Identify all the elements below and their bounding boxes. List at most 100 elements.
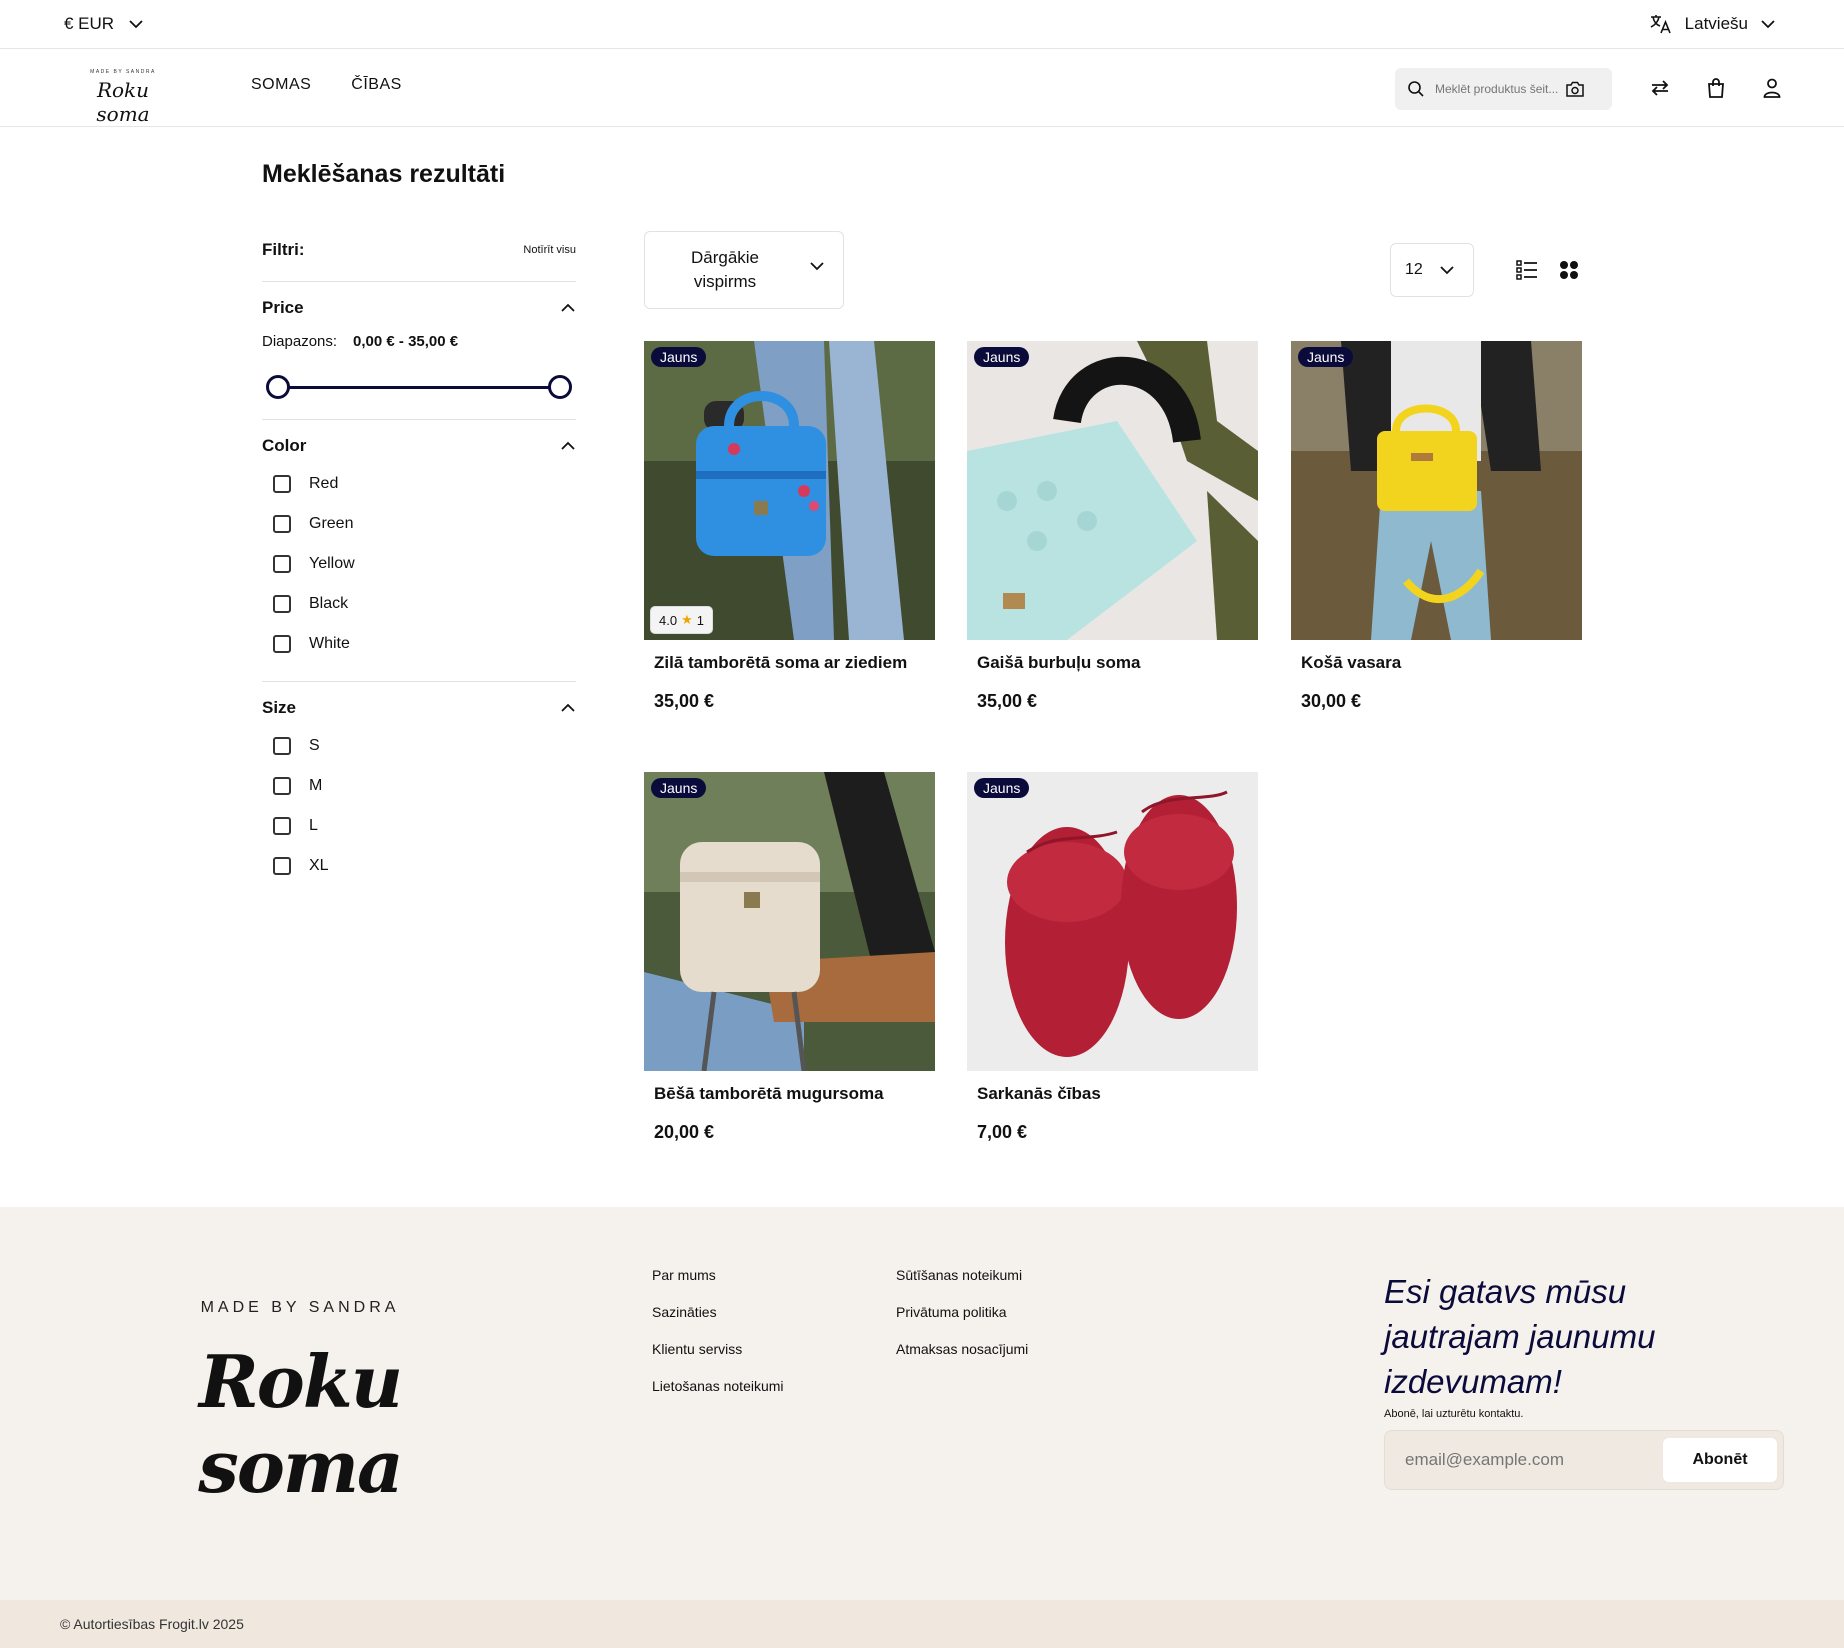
newsletter-form: Abonēt	[1384, 1430, 1784, 1490]
size-option-m[interactable]: M	[262, 766, 576, 806]
product-card[interactable]: Jauns 4.0 ★ 1 Zilā tamborētā soma ar zie…	[644, 341, 935, 712]
checkbox[interactable]	[273, 857, 291, 875]
price-range: Diapazons: 0,00 € - 35,00 €	[262, 333, 576, 350]
option-label: XL	[309, 857, 329, 874]
camera-icon[interactable]	[1565, 80, 1585, 98]
footer-logo[interactable]: MADE BY SANDRA Roku soma	[130, 1299, 470, 1509]
currency-selector[interactable]: € EUR	[64, 12, 144, 36]
option-label: Black	[309, 595, 349, 612]
filters-label: Filtri:	[262, 240, 305, 259]
grid-view-icon[interactable]	[1557, 258, 1581, 282]
sort-value: Dārgākie vispirms	[690, 248, 760, 291]
product-name[interactable]: Gaišā burbuļu soma	[977, 653, 1258, 673]
product-image[interactable]: Jauns	[1291, 341, 1582, 640]
product-card[interactable]: Jauns Sarkanās čības 7,00 €	[967, 772, 1258, 1143]
cart-icon[interactable]	[1704, 76, 1728, 100]
account-icon[interactable]	[1760, 76, 1784, 100]
clear-all-button[interactable]: Notīrīt visu	[523, 244, 576, 256]
checkbox[interactable]	[273, 737, 291, 755]
per-page-select[interactable]: 12	[1390, 243, 1474, 297]
product-image[interactable]: Jauns	[644, 772, 935, 1071]
list-view-icon[interactable]	[1515, 258, 1539, 282]
page-title: Meklēšanas rezultāti	[262, 160, 506, 188]
price-filter-toggle[interactable]: Price	[262, 296, 576, 320]
copyright-bar: © Autortiesības Frogit.lv 2025	[0, 1600, 1844, 1648]
size-option-l[interactable]: L	[262, 806, 576, 846]
size-filter-toggle[interactable]: Size	[262, 696, 576, 720]
checkbox[interactable]	[273, 777, 291, 795]
footer-link-privacy[interactable]: Privātuma politika	[896, 1304, 1028, 1320]
color-option-red[interactable]: Red	[262, 464, 576, 504]
footer-link-shipping[interactable]: Sūtīšanas noteikumi	[896, 1267, 1028, 1283]
product-image[interactable]: Jauns	[967, 341, 1258, 640]
checkbox[interactable]	[273, 475, 291, 493]
product-card[interactable]: Jauns Košā vasara 30,00 €	[1291, 341, 1582, 712]
nav-item-somas[interactable]: SOMAS	[251, 76, 311, 94]
color-filter: Color Red Green Yellow Black White	[262, 419, 576, 664]
size-filter: Size S M L XL	[262, 681, 576, 886]
footer-link-terms[interactable]: Lietošanas noteikumi	[652, 1378, 784, 1394]
product-image[interactable]: Jauns 4.0 ★ 1	[644, 341, 935, 640]
size-options: S M L XL	[262, 726, 576, 886]
color-option-white[interactable]: White	[262, 624, 576, 664]
option-label: L	[309, 817, 318, 834]
nav-item-cibas[interactable]: ČĪBAS	[351, 76, 402, 94]
size-option-xl[interactable]: XL	[262, 846, 576, 886]
logo-script-text: Roku soma	[96, 78, 150, 126]
footer-links-col1: Par mums Sazināties Klientu serviss Liet…	[652, 1267, 784, 1394]
new-badge: Jauns	[974, 347, 1030, 367]
size-option-s[interactable]: S	[262, 726, 576, 766]
chevron-up-icon	[561, 303, 575, 312]
color-options: Red Green Yellow Black White	[262, 464, 576, 664]
filters-panel: Filtri: Notīrīt visu Price Diapazons: 0,…	[262, 236, 576, 886]
color-filter-label: Color	[262, 436, 307, 455]
price-slider-min-handle[interactable]	[266, 375, 290, 399]
copyright-text: © Autortiesības Frogit.lv 2025	[60, 1616, 244, 1632]
new-badge: Jauns	[651, 347, 707, 367]
footer-link-about[interactable]: Par mums	[652, 1267, 784, 1283]
product-card[interactable]: Jauns Bēšā tamborētā mugursoma 20,00 €	[644, 772, 935, 1143]
product-name[interactable]: Zilā tamborētā soma ar ziediem	[654, 653, 935, 673]
new-badge: Jauns	[974, 778, 1030, 798]
sort-select[interactable]: Dārgākie vispirms	[644, 231, 844, 309]
footer-link-customer-service[interactable]: Klientu serviss	[652, 1341, 784, 1357]
checkbox[interactable]	[273, 515, 291, 533]
site-logo[interactable]: MADE BY SANDRA Roku soma	[78, 65, 168, 126]
checkbox[interactable]	[273, 817, 291, 835]
checkbox[interactable]	[273, 555, 291, 573]
product-name[interactable]: Bēšā tamborētā mugursoma	[654, 1084, 935, 1104]
checkbox[interactable]	[273, 635, 291, 653]
price-slider-max-handle[interactable]	[548, 375, 572, 399]
newsletter: Esi gatavs mūsu jautrajam jaunumu izdevu…	[1384, 1269, 1784, 1490]
product-name[interactable]: Sarkanās čības	[977, 1084, 1258, 1104]
logo-small-text: MADE BY SANDRA	[90, 69, 156, 75]
search-input[interactable]	[1435, 82, 1565, 96]
color-option-black[interactable]: Black	[262, 584, 576, 624]
footer-link-refunds[interactable]: Atmaksas nosacījumi	[896, 1341, 1028, 1357]
per-page-value: 12	[1405, 261, 1423, 278]
chevron-up-icon	[561, 703, 575, 712]
email-field[interactable]	[1405, 1450, 1663, 1470]
footer-logo-small: MADE BY SANDRA	[200, 1299, 400, 1316]
filters-header: Filtri: Notīrīt visu	[262, 236, 576, 264]
subscribe-button[interactable]: Abonēt	[1663, 1438, 1777, 1482]
currency-label: € EUR	[64, 14, 115, 33]
color-option-yellow[interactable]: Yellow	[262, 544, 576, 584]
price-slider[interactable]	[262, 372, 576, 402]
chevron-up-icon	[561, 441, 575, 450]
chevron-down-icon	[1440, 266, 1454, 275]
search-icon[interactable]	[1407, 80, 1425, 98]
footer-link-contact[interactable]: Sazināties	[652, 1304, 784, 1320]
checkbox[interactable]	[273, 595, 291, 613]
product-image[interactable]: Jauns	[967, 772, 1258, 1071]
compare-icon[interactable]	[1648, 76, 1672, 100]
product-card[interactable]: Jauns Gaišā burbuļu soma 35,00 €	[967, 341, 1258, 712]
color-option-green[interactable]: Green	[262, 504, 576, 544]
product-price: 30,00 €	[1301, 691, 1362, 711]
language-selector[interactable]: Latviešu	[1649, 12, 1776, 36]
chevron-down-icon	[810, 262, 824, 271]
price-filter-label: Price	[262, 298, 304, 317]
product-price: 35,00 €	[654, 691, 715, 711]
color-filter-toggle[interactable]: Color	[262, 434, 576, 458]
product-name[interactable]: Košā vasara	[1301, 653, 1582, 673]
